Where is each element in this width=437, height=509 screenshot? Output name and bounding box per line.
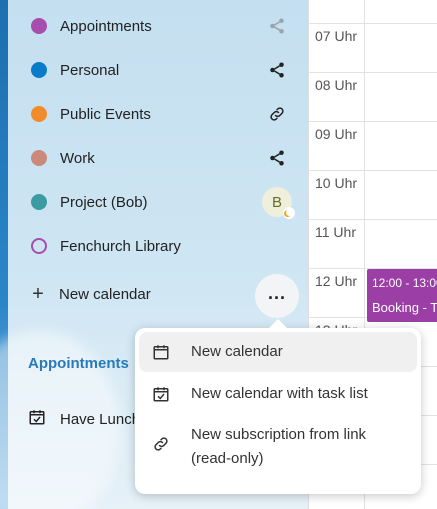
event-list-item[interactable]: Have Lunch [28,408,140,431]
section-title: Appointments [28,355,129,372]
calendar-item-work[interactable]: Work [24,138,300,178]
hour-line [309,121,437,122]
share-icon[interactable] [266,15,288,37]
away-status-icon [283,207,295,219]
avatar-initial: B [271,193,282,211]
calendar-color-dot[interactable] [31,150,47,166]
calendar-color-dot[interactable] [31,62,47,78]
new-calendar-menu: New calendar New calendar with task list… [135,319,421,494]
event-time: 12:00 - 13:00 [372,276,437,290]
calendar-label: Project (Bob) [60,193,148,211]
calendar-check-icon [28,408,46,431]
new-calendar-label: New calendar [59,285,151,303]
hour-label: 07 Uhr [315,28,358,44]
hour-label: 08 Uhr [315,77,358,93]
more-icon: ... [267,282,286,303]
calendar-label: Personal [60,61,120,79]
share-icon[interactable] [266,147,288,169]
hour-label: 10 Uhr [315,175,358,191]
calendar-color-dot[interactable] [31,194,47,210]
avatar[interactable]: B [262,187,295,219]
calendar-check-icon [151,384,171,404]
link-icon[interactable] [266,103,288,125]
calendar-item-appointments[interactable]: Appointments [24,6,300,46]
calendar-item-project-bob[interactable]: Project (Bob) B [24,182,300,222]
hour-line [309,72,437,73]
calendar-color-dot[interactable] [31,238,47,254]
calendar-label: Work [60,149,95,167]
plus-icon: + [32,283,44,305]
menu-item-label-line2: (read-only) [191,450,264,467]
menu-item-label-line1: New subscription from link [191,426,367,443]
menu-item-label: New subscription from link (read-only) [191,415,366,479]
hour-label: 12 Uhr [315,273,358,289]
hour-label: 11 Uhr [315,224,356,240]
menu-item-new-subscription[interactable]: New subscription from link (read-only) [139,415,417,479]
event-title: Booking - T [372,300,437,315]
menu-item-label: New calendar with task list [191,385,368,402]
calendar-label: Fenchurch Library [60,237,181,255]
calendar-color-dot[interactable] [31,106,47,122]
calendar-item-fenchurch-library[interactable]: Fenchurch Library [24,226,300,266]
share-icon[interactable] [266,59,288,81]
menu-item-new-calendar-with-task-list[interactable]: New calendar with task list [139,374,417,414]
hour-line [309,23,437,24]
calendar-label: Appointments [60,17,152,35]
calendar-blank-icon [151,342,171,362]
hour-line [309,170,437,171]
hour-line [309,219,437,220]
link-icon [151,434,171,454]
menu-item-new-calendar[interactable]: New calendar [139,332,417,372]
calendar-event[interactable]: 12:00 - 13:00 Booking - T [367,269,437,322]
hour-label: 09 Uhr [315,126,358,142]
menu-item-label: New calendar [191,343,283,360]
calendar-label: Public Events [60,105,151,123]
calendar-item-personal[interactable]: Personal [24,50,300,90]
event-label: Have Lunch [60,411,141,428]
calendar-color-dot[interactable] [31,18,47,34]
calendar-item-public-events[interactable]: Public Events [24,94,300,134]
more-options-button[interactable]: ... [255,274,299,318]
